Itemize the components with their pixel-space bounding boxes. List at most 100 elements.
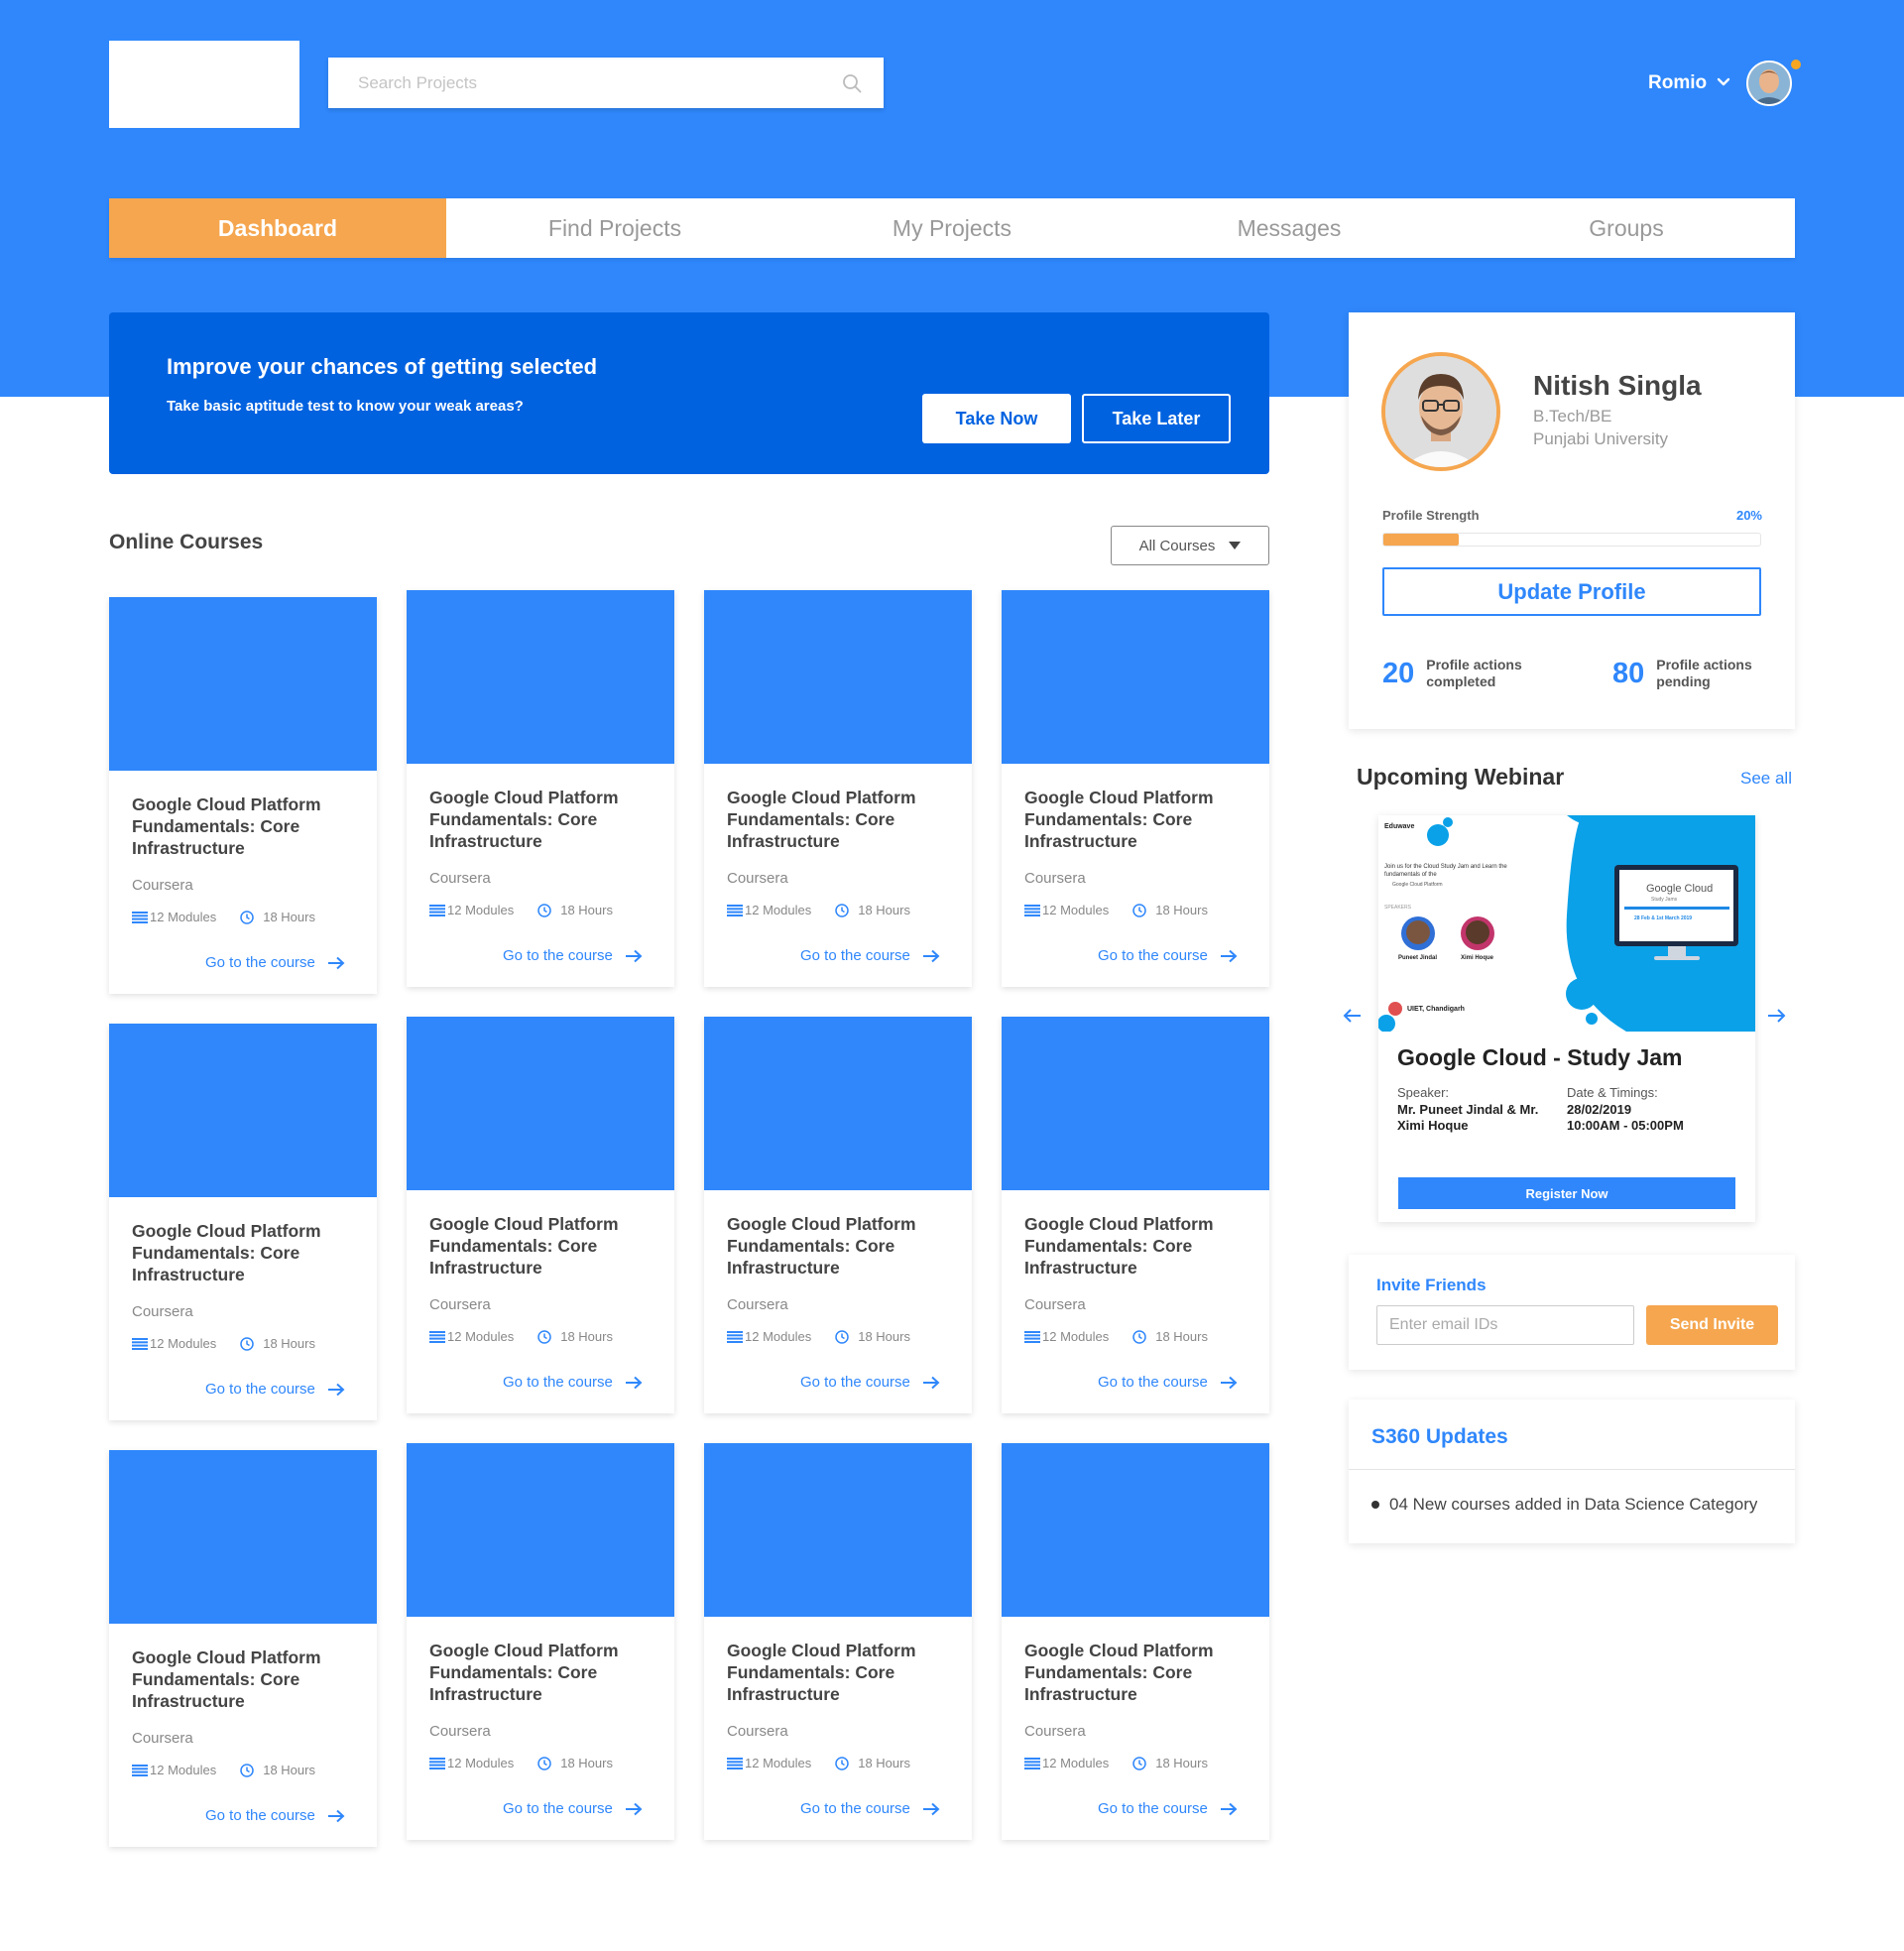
tab-dashboard[interactable]: Dashboard (109, 198, 446, 258)
course-card[interactable]: Google Cloud Platform Fundamentals: Core… (1002, 590, 1269, 987)
arrow-left-icon[interactable] (1342, 1005, 1364, 1032)
register-now-button[interactable]: Register Now (1398, 1177, 1735, 1209)
modules-text: 12 Modules (447, 1329, 515, 1344)
profile-avatar[interactable] (1381, 352, 1500, 471)
go-to-course-link[interactable]: Go to the course (503, 1374, 643, 1391)
course-thumbnail[interactable] (1002, 1017, 1269, 1190)
course-card[interactable]: Google Cloud Platform Fundamentals: Core… (109, 1450, 377, 1847)
course-card[interactable]: Google Cloud Platform Fundamentals: Core… (109, 1024, 377, 1420)
hours-text: 18 Hours (858, 1756, 910, 1770)
webinar-poster[interactable]: Eduwave Join us for the Cloud Study Jam … (1378, 815, 1755, 1032)
course-thumbnail[interactable] (407, 1017, 674, 1190)
modules-text: 12 Modules (1042, 1756, 1110, 1770)
course-thumbnail[interactable] (407, 1443, 674, 1617)
profile-degree: B.Tech/BE (1533, 407, 1612, 426)
search-input[interactable] (358, 72, 842, 93)
take-later-button[interactable]: Take Later (1082, 394, 1231, 443)
course-card[interactable]: Google Cloud Platform Fundamentals: Core… (109, 597, 377, 994)
go-to-course-link[interactable]: Go to the course (800, 1374, 940, 1391)
poster-speaker-2: Ximi Hoque (1461, 955, 1494, 961)
poster-speaker-1: Puneet Jindal (1398, 955, 1438, 961)
update-profile-button[interactable]: Update Profile (1382, 567, 1761, 616)
poster-screen-dates: 28 Feb & 1st March 2019 (1634, 915, 1693, 921)
course-provider: Coursera (132, 877, 193, 894)
go-to-course-link[interactable]: Go to the course (800, 1800, 940, 1817)
poster-venue: UIET, Chandigarh (1407, 1006, 1465, 1013)
course-thumbnail[interactable] (1002, 1443, 1269, 1617)
go-to-course-link[interactable]: Go to the course (205, 1381, 345, 1398)
modules-text: 12 Modules (150, 910, 217, 924)
profile-actions-pending: 80 Profile actions pending (1612, 657, 1765, 690)
tab-groups[interactable]: Groups (1458, 198, 1795, 258)
course-card[interactable]: Google Cloud Platform Fundamentals: Core… (704, 1017, 972, 1413)
go-to-course-label: Go to the course (205, 1381, 315, 1398)
list-icon (727, 904, 743, 916)
send-invite-button[interactable]: Send Invite (1646, 1305, 1778, 1345)
course-card[interactable]: Google Cloud Platform Fundamentals: Core… (704, 1443, 972, 1840)
invite-friends-card: Invite Friends Send Invite (1349, 1255, 1795, 1370)
course-card[interactable]: Google Cloud Platform Fundamentals: Core… (1002, 1443, 1269, 1840)
update-text: 04 New courses added in Data Science Cat… (1389, 1495, 1758, 1514)
poster-blurb: Join us for the Cloud Study Jam and Lear… (1384, 864, 1507, 878)
search-bar[interactable] (328, 58, 884, 108)
modules-text: 12 Modules (150, 1336, 217, 1351)
course-card[interactable]: Google Cloud Platform Fundamentals: Core… (407, 1017, 674, 1413)
course-card[interactable]: Google Cloud Platform Fundamentals: Core… (407, 590, 674, 987)
course-meta: 12 Modules 18 Hours (429, 903, 613, 917)
user-menu[interactable]: Romio (1648, 60, 1793, 107)
course-card[interactable]: Google Cloud Platform Fundamentals: Core… (704, 590, 972, 987)
course-title: Google Cloud Platform Fundamentals: Core… (132, 1221, 321, 1284)
tab-my-projects[interactable]: My Projects (783, 198, 1121, 258)
go-to-course-link[interactable]: Go to the course (1098, 1374, 1238, 1391)
clock-icon (240, 1763, 254, 1777)
course-card[interactable]: Google Cloud Platform Fundamentals: Core… (1002, 1017, 1269, 1413)
course-hours: 18 Hours (240, 1763, 315, 1777)
go-to-course-link[interactable]: Go to the course (205, 1807, 345, 1824)
tab-messages[interactable]: Messages (1121, 198, 1458, 258)
go-to-course-link[interactable]: Go to the course (1098, 1800, 1238, 1817)
poster-speakers-label: SPEAKERS (1384, 905, 1411, 911)
course-thumbnail[interactable] (407, 590, 674, 764)
modules-text: 12 Modules (1042, 1329, 1110, 1344)
go-to-course-link[interactable]: Go to the course (503, 947, 643, 964)
avatar[interactable] (1746, 61, 1793, 106)
course-meta: 12 Modules 18 Hours (429, 1756, 613, 1770)
course-thumbnail[interactable] (704, 1017, 972, 1190)
arrow-right-icon (1220, 1802, 1238, 1815)
go-to-course-link[interactable]: Go to the course (205, 954, 345, 971)
modules-text: 12 Modules (745, 903, 812, 917)
webinar-card[interactable]: Eduwave Join us for the Cloud Study Jam … (1378, 815, 1755, 1222)
course-thumbnail[interactable] (1002, 590, 1269, 764)
go-to-course-label: Go to the course (800, 1374, 910, 1391)
course-thumbnail[interactable] (704, 590, 972, 764)
go-to-course-link[interactable]: Go to the course (503, 1800, 643, 1817)
user-name[interactable]: Romio (1648, 72, 1707, 94)
search-icon[interactable] (842, 73, 862, 93)
see-all-link[interactable]: See all (1740, 769, 1792, 789)
course-thumbnail[interactable] (109, 1450, 377, 1624)
course-modules: 12 Modules (1024, 903, 1109, 917)
invite-title: Invite Friends (1376, 1276, 1487, 1294)
go-to-course-link[interactable]: Go to the course (1098, 947, 1238, 964)
take-now-button[interactable]: Take Now (922, 394, 1071, 443)
logo[interactable] (109, 41, 299, 128)
course-hours: 18 Hours (537, 903, 613, 917)
arrow-right-icon[interactable] (1765, 1005, 1787, 1032)
course-thumbnail[interactable] (109, 597, 377, 771)
date-label: Date & Timings: (1567, 1085, 1658, 1100)
arrow-right-icon (327, 1809, 345, 1822)
banner-subtitle: Take basic aptitude test to know your we… (167, 398, 524, 415)
course-thumbnail[interactable] (109, 1024, 377, 1197)
email-field[interactable] (1376, 1305, 1634, 1345)
course-meta: 12 Modules 18 Hours (429, 1329, 613, 1344)
course-card[interactable]: Google Cloud Platform Fundamentals: Core… (407, 1443, 674, 1840)
course-filter-label: All Courses (1138, 537, 1216, 554)
go-to-course-link[interactable]: Go to the course (800, 947, 940, 964)
course-hours: 18 Hours (835, 903, 910, 917)
chevron-down-icon[interactable] (1717, 74, 1730, 92)
list-item[interactable]: 04 New courses added in Data Science Cat… (1371, 1495, 1778, 1515)
course-thumbnail[interactable] (704, 1443, 972, 1617)
course-filter-dropdown[interactable]: All Courses (1111, 526, 1269, 565)
clock-icon (537, 1756, 551, 1770)
tab-find-projects[interactable]: Find Projects (446, 198, 783, 258)
